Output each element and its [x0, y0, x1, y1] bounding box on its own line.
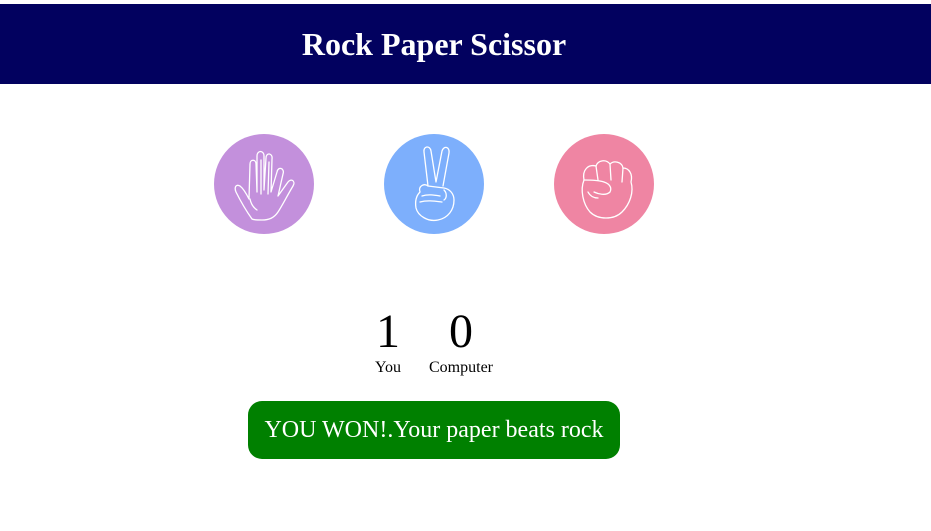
fist-icon — [581, 160, 633, 219]
header-bar: Rock Paper Scissor — [0, 4, 931, 84]
scissors-choice-button[interactable] — [384, 134, 484, 234]
peace-sign-hand-icon — [414, 146, 455, 222]
result-message: YOU WON!.Your paper beats rock — [248, 401, 620, 459]
open-hand-icon — [234, 150, 295, 221]
rock-choice-button[interactable] — [554, 134, 654, 234]
computer-score-label: Computer — [429, 359, 493, 376]
paper-choice-button[interactable] — [214, 134, 314, 234]
computer-score: 0 Computer — [416, 305, 506, 377]
page-title: Rock Paper Scissor — [301, 26, 567, 62]
computer-score-value: 0 — [449, 305, 473, 358]
game-page: Rock Paper Scissor 1 You 0 Computer YOU … — [0, 0, 931, 531]
